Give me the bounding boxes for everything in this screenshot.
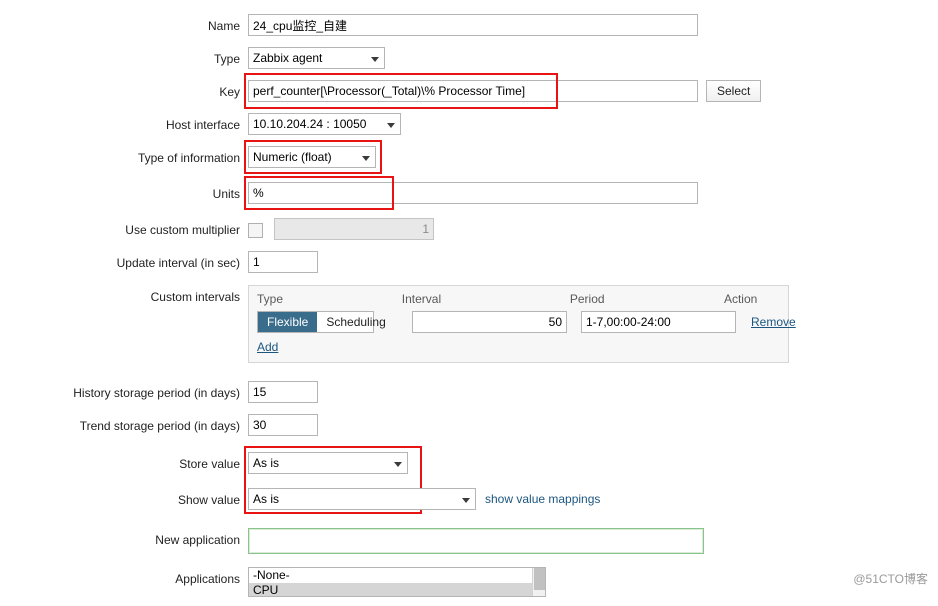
type-of-information-value: Numeric (float)	[253, 150, 332, 164]
show-value-label: Show value	[177, 493, 240, 507]
trend-storage-period-input[interactable]	[248, 414, 318, 436]
interval-type-scheduling-tab[interactable]: Scheduling	[317, 312, 394, 332]
form-row-use-custom-multiplier: Use custom multiplier	[0, 218, 938, 242]
show-value-field-wrap: As is	[248, 488, 476, 510]
form-row-store-value: Store value As is	[0, 446, 938, 514]
interval-value-input[interactable]	[412, 311, 567, 333]
key-field-wrap	[244, 73, 698, 109]
item-configuration-form: Name Type Zabbix agent Key Select Host i…	[0, 0, 938, 606]
custom-intervals-row: Flexible Scheduling Remove	[257, 311, 796, 333]
interval-type-toggle: Flexible Scheduling	[257, 311, 386, 333]
type-of-information-field-wrap: Numeric (float)	[244, 140, 382, 174]
store-value-field-wrap: As is	[244, 446, 422, 514]
type-field-wrap: Zabbix agent	[248, 47, 385, 69]
custom-intervals-header: Type Interval Period Action	[257, 292, 780, 311]
store-value-value: As is	[253, 456, 280, 470]
chevron-down-icon	[362, 156, 370, 161]
interval-remove-link[interactable]: Remove	[751, 315, 796, 329]
watermark: @51CTO博客	[853, 572, 928, 586]
name-input[interactable]	[248, 14, 698, 36]
form-row-type: Type Zabbix agent	[0, 47, 938, 71]
show-value-mappings-link[interactable]: show value mappings	[485, 492, 600, 506]
applications-label: Applications	[175, 572, 240, 586]
form-row-custom-intervals: Custom intervals Type Interval Period Ac…	[0, 285, 938, 363]
show-value-value: As is	[253, 492, 280, 506]
show-value-mappings-wrap: show value mappings	[485, 488, 600, 510]
type-select[interactable]: Zabbix agent	[248, 47, 385, 69]
column-header-interval: Interval	[401, 292, 442, 306]
applications-field-wrap: -None- CPU	[248, 567, 546, 597]
new-application-field-wrap	[248, 528, 704, 554]
form-row-history-storage-period: History storage period (in days)	[0, 381, 938, 405]
units-input[interactable]	[248, 182, 698, 204]
form-row-update-interval: Update interval (in sec)	[0, 251, 938, 275]
form-row-key: Key Select	[0, 73, 938, 109]
column-header-action: Action	[723, 292, 758, 306]
key-select-button[interactable]: Select	[706, 80, 762, 102]
host-interface-value: 10.10.204.24 : 10050	[253, 117, 367, 131]
applications-scrollbar[interactable]	[532, 568, 545, 596]
history-storage-period-field-wrap	[248, 381, 318, 403]
chevron-down-icon	[394, 462, 402, 467]
type-of-information-label: Type of information	[137, 151, 240, 165]
interval-add-link[interactable]: Add	[257, 340, 278, 354]
form-row-applications: Applications -None- CPU	[0, 567, 938, 597]
custom-intervals-table: Type Interval Period Action Flexible Sch…	[248, 285, 796, 363]
chevron-down-icon	[387, 123, 395, 128]
key-select-wrap: Select	[706, 80, 762, 102]
host-interface-label: Host interface	[165, 118, 240, 132]
type-label: Type	[213, 52, 240, 66]
host-interface-field-wrap: 10.10.204.24 : 10050	[248, 113, 401, 135]
units-field-wrap	[244, 176, 698, 210]
interval-type-flexible-tab[interactable]: Flexible	[258, 312, 318, 332]
form-row-show-value: Show value As is show value mappings	[0, 488, 938, 512]
type-of-information-select[interactable]: Numeric (float)	[248, 146, 376, 168]
key-input[interactable]	[248, 80, 698, 102]
use-custom-multiplier-label: Use custom multiplier	[125, 223, 240, 237]
custom-intervals-label: Custom intervals	[150, 290, 240, 304]
applications-scrollbar-thumb[interactable]	[534, 568, 545, 590]
trend-storage-period-label: Trend storage period (in days)	[79, 419, 240, 433]
units-label: Units	[212, 187, 240, 201]
type-select-value: Zabbix agent	[253, 51, 323, 65]
key-label: Key	[219, 85, 240, 99]
name-field-wrap	[248, 14, 698, 36]
trend-storage-period-field-wrap	[248, 414, 318, 436]
new-application-input[interactable]	[248, 528, 704, 554]
interval-period-input[interactable]	[581, 311, 736, 333]
form-row-name: Name	[0, 14, 938, 38]
applications-listbox[interactable]: -None- CPU	[248, 567, 546, 597]
history-storage-period-label: History storage period (in days)	[73, 386, 240, 400]
host-interface-select[interactable]: 10.10.204.24 : 10050	[248, 113, 401, 135]
chevron-down-icon	[371, 57, 379, 62]
custom-multiplier-field-wrap	[274, 218, 434, 240]
applications-option-none[interactable]: -None-	[249, 568, 545, 583]
custom-multiplier-input[interactable]	[274, 218, 434, 240]
form-row-trend-storage-period: Trend storage period (in days)	[0, 414, 938, 438]
update-interval-field-wrap	[248, 251, 318, 273]
form-row-host-interface: Host interface 10.10.204.24 : 10050	[0, 113, 938, 137]
form-row-units: Units	[0, 176, 938, 210]
show-value-select[interactable]: As is	[248, 488, 476, 510]
name-label: Name	[207, 19, 240, 33]
store-value-label: Store value	[179, 457, 240, 471]
column-header-period: Period	[569, 292, 605, 306]
use-custom-multiplier-checkbox[interactable]	[248, 223, 263, 238]
update-interval-label: Update interval (in sec)	[116, 256, 240, 270]
use-custom-multiplier-checkbox-wrap	[248, 218, 263, 241]
custom-intervals-field-wrap: Type Interval Period Action Flexible Sch…	[248, 285, 796, 363]
history-storage-period-input[interactable]	[248, 381, 318, 403]
column-header-type: Type	[257, 292, 284, 306]
update-interval-input[interactable]	[248, 251, 318, 273]
new-application-label: New application	[155, 533, 240, 547]
form-row-new-application: New application	[0, 528, 938, 554]
chevron-down-icon	[462, 498, 470, 503]
store-value-select[interactable]: As is	[248, 452, 408, 474]
form-row-type-of-information: Type of information Numeric (float)	[0, 140, 938, 174]
